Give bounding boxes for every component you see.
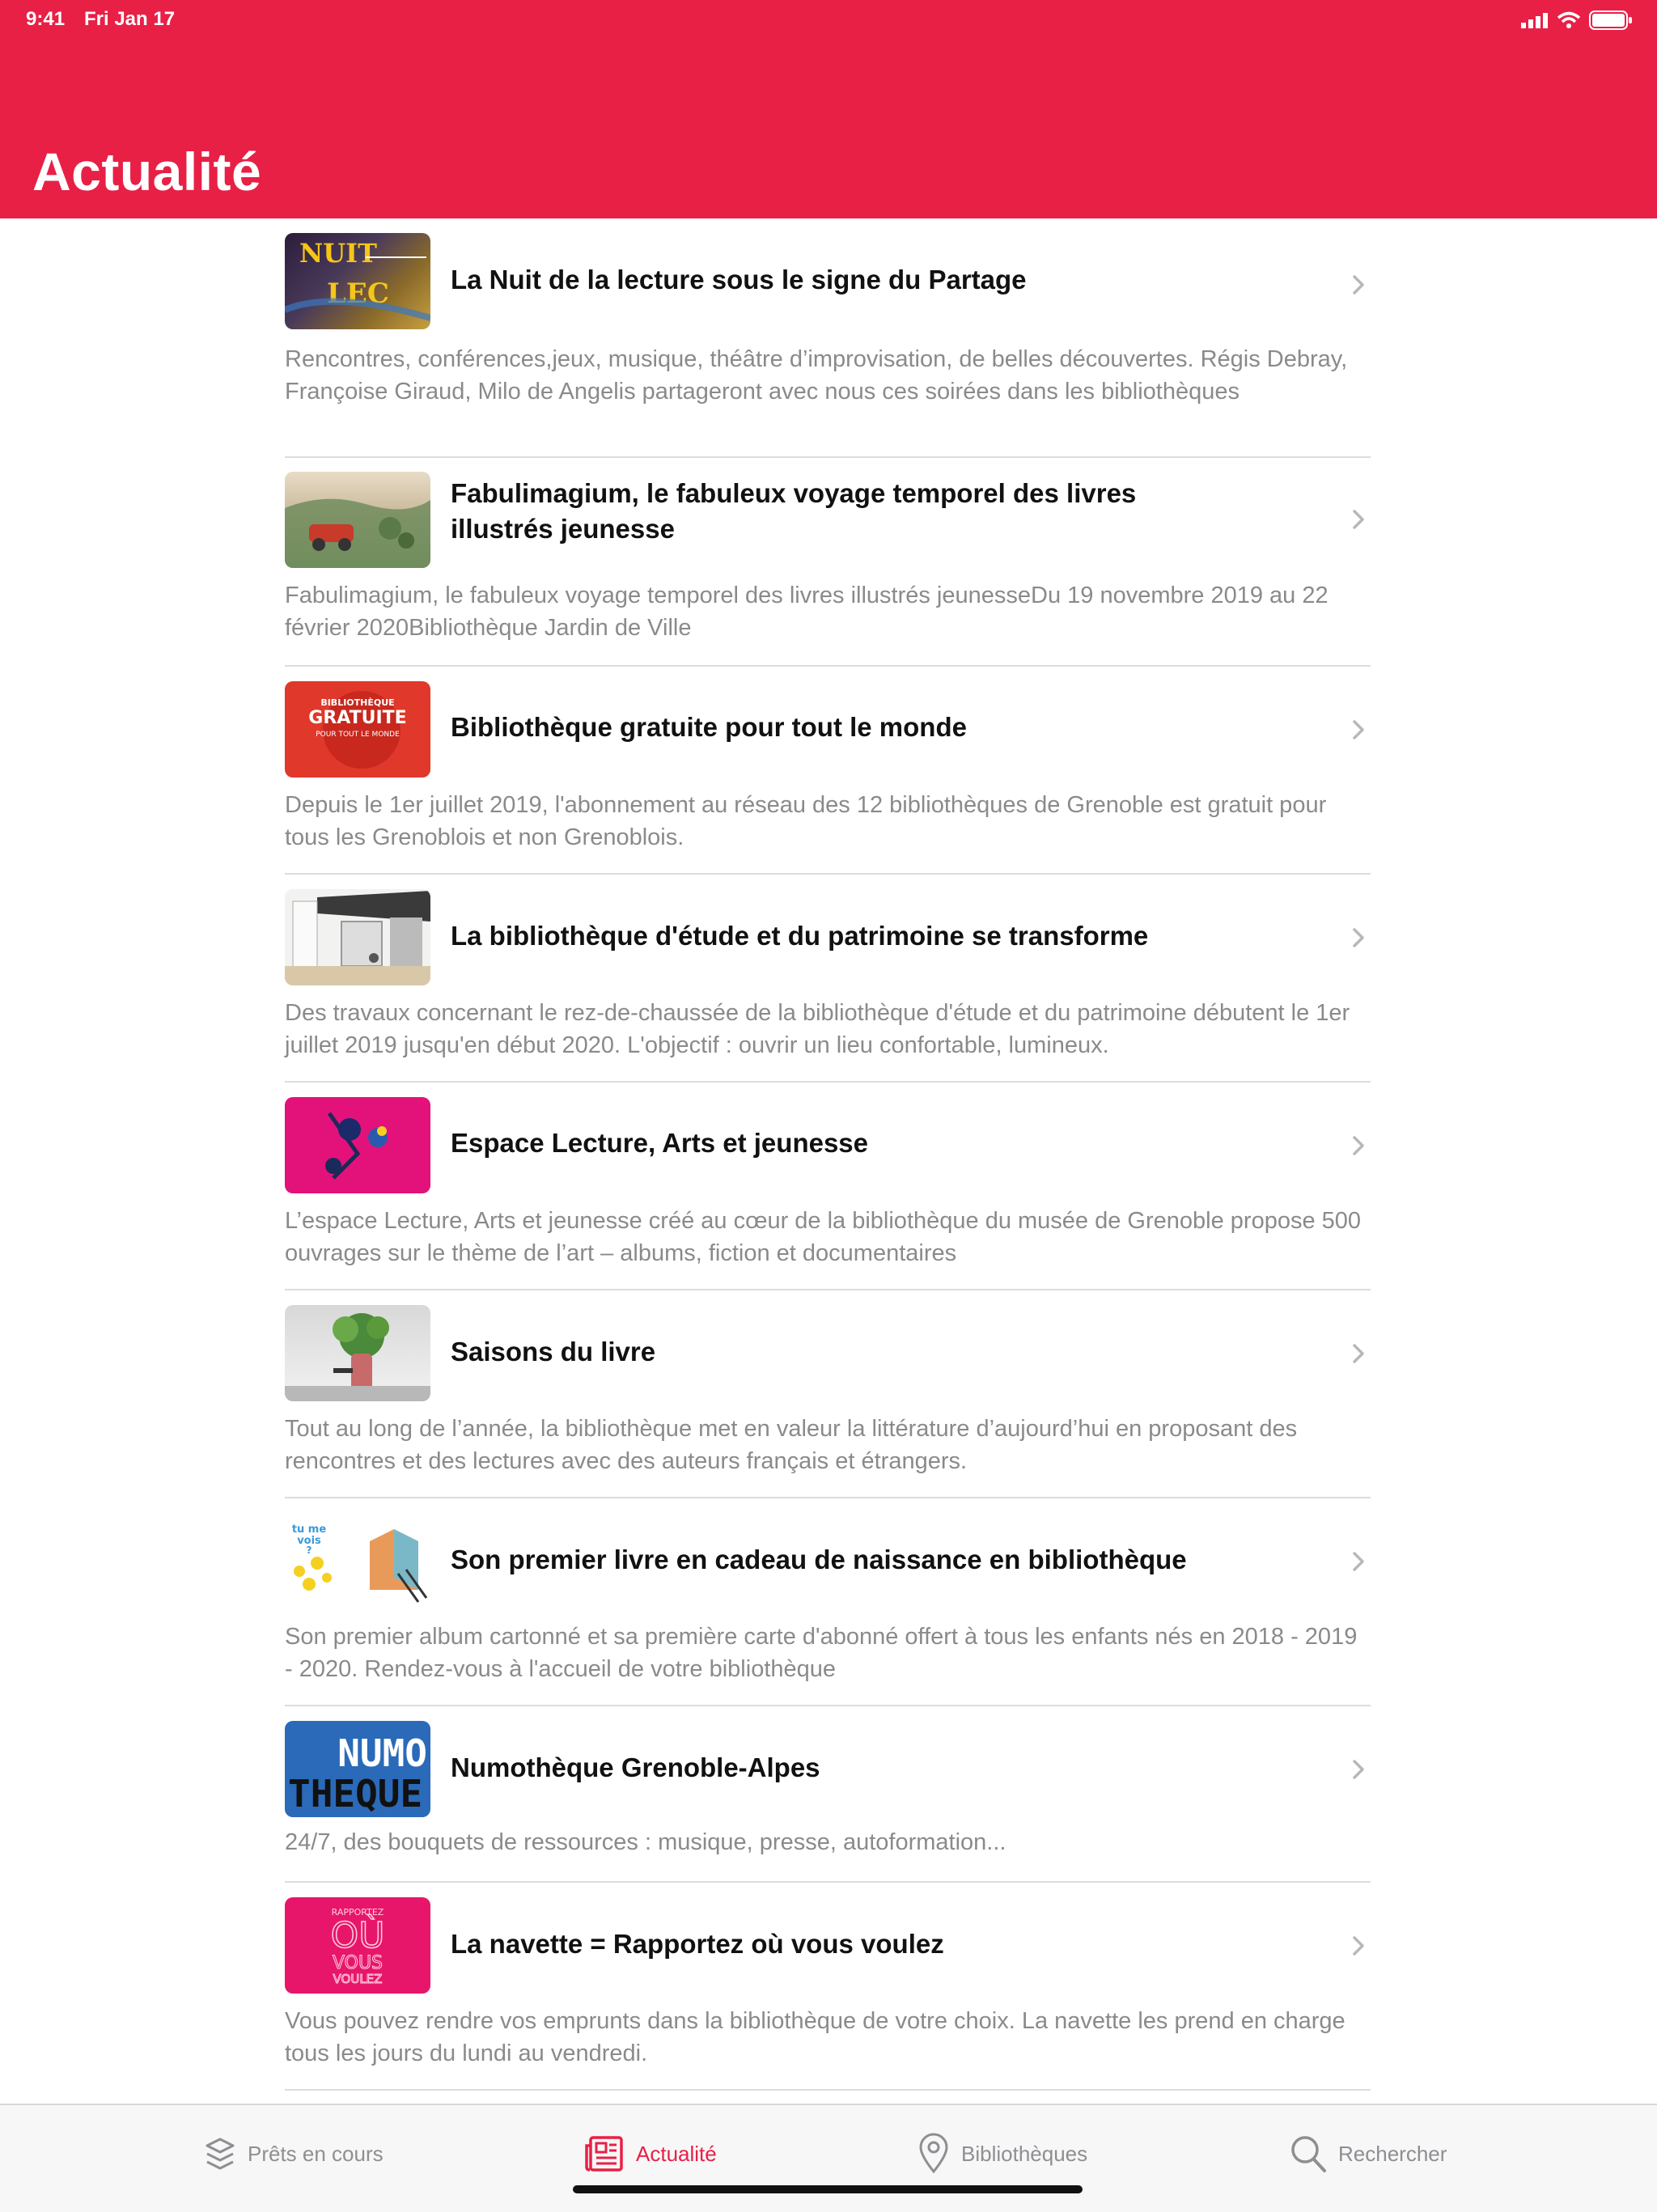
tab-prets-en-cours[interactable]: Prêts en cours [204,2129,384,2178]
news-item[interactable]: NUMO THEQUE Numothèque Grenoble-Alpes 24… [285,1706,1371,1883]
chevron-right-icon [1353,1760,1364,1779]
news-title: Fabulimagium, le fabuleux voyage tempore… [451,478,1137,544]
news-title: La navette = Rapportez où vous voulez [451,1929,944,1959]
news-thumbnail: RAPPORTEZ OÙ VOUS VOULEZ [285,1897,430,1994]
thumbnail-text: OÙ [331,1913,385,1956]
news-title: Bibliothèque gratuite pour tout le monde [451,712,967,742]
stack-icon [206,2138,235,2170]
news-description: Tout au long de l’année, la bibliothèque… [285,1416,1298,1474]
tab-rechercher[interactable]: Rechercher [1290,2129,1447,2178]
thumbnail-text: VOULEZ [333,1972,383,1986]
status-indicators [1521,8,1633,32]
news-title: Numothèque Grenoble-Alpes [451,1752,820,1782]
thumbnail-text: POUR TOUT LE MONDE [316,731,400,739]
thumbnail-text: NUMO [337,1731,427,1775]
news-thumbnail [285,1097,430,1193]
status-date: Fri Jan 17 [84,8,176,30]
news-thumbnail: NUIT LEC [285,233,430,329]
news-description: Rencontres, conférences,jeux, musique, t… [285,346,1348,405]
tab-label: Rechercher [1338,2141,1447,2166]
news-description: 24/7, des bouquets de ressources : musiq… [285,1829,1006,1855]
tab-bibliotheques[interactable]: Bibliothèques [917,2129,1087,2178]
news-thumbnail [285,1305,430,1401]
news-thumbnail: tu me vois ? [285,1513,430,1609]
status-time: 9:41 [26,8,66,30]
thumbnail-text: VOUS [333,1953,383,1973]
chevron-right-icon [1353,1936,1364,1956]
search-icon [1291,2136,1326,2172]
thumbnail-text: GRATUITE [308,708,406,728]
tab-actualite[interactable]: Actualité [584,2129,717,2178]
navigation-header: 9:41 Fri Jan 17 Actualité [0,0,1657,218]
news-item[interactable]: RAPPORTEZ OÙ VOUS VOULEZ La navette = Ra… [285,1883,1371,2091]
thumbnail-text: BIBLIOTHÈQUE [320,697,394,708]
news-thumbnail: BIBLIOTHÈQUE GRATUITE POUR TOUT LE MONDE [285,681,430,778]
news-item[interactable]: NUIT LEC La Nuit de la lecture sous le s… [285,218,1371,458]
home-indicator[interactable] [573,2185,1083,2193]
news-thumbnail [285,472,430,568]
news-description: L’espace Lecture, Arts et jeunesse créé … [285,1208,1362,1266]
chevron-right-icon [1353,510,1364,529]
tab-bar: Prêts en cours Actualité Bibliothèques R… [0,2104,1657,2212]
news-item[interactable]: tu me vois ? Son premier livre en cadeau… [285,1498,1371,1706]
news-title: Saisons du livre [451,1337,656,1367]
news-title: La bibliothèque d'étude et du patrimoine… [451,921,1149,951]
thumbnail-text: NUIT [299,238,377,269]
cellular-signal-icon [1521,13,1548,28]
news-description: Vous pouvez rendre vos emprunts dans la … [285,2008,1346,2066]
news-description: Son premier album cartonné et sa premièr… [285,1624,1358,1682]
news-thumbnail: NUMO THEQUE [285,1721,430,1817]
location-pin-icon [919,2133,948,2174]
news-thumbnail [285,889,430,985]
newspaper-icon [585,2136,623,2172]
chevron-right-icon [1353,1552,1364,1571]
battery-icon [1589,11,1632,30]
news-title: Espace Lecture, Arts et jeunesse [451,1128,869,1158]
chevron-right-icon [1353,720,1364,739]
thumbnail-text: THEQUE [288,1772,422,1816]
chevron-right-icon [1353,1136,1364,1155]
thumbnail-text: tu me [292,1523,327,1536]
news-title: La Nuit de la lecture sous le signe du P… [451,265,1027,295]
chevron-right-icon [1353,928,1364,947]
tab-label: Actualité [636,2141,717,2166]
chevron-right-icon [1353,1344,1364,1363]
chevron-right-icon [1353,275,1364,295]
tab-label: Prêts en cours [248,2141,384,2166]
news-description: Fabulimagium, le fabuleux voyage tempore… [285,583,1329,641]
tab-label: Bibliothèques [961,2141,1088,2166]
news-item[interactable]: La bibliothèque d'étude et du patrimoine… [285,875,1371,1083]
wifi-icon [1557,11,1581,28]
news-item[interactable]: BIBLIOTHÈQUE GRATUITE POUR TOUT LE MONDE… [285,667,1371,875]
news-item[interactable]: Fabulimagium, le fabuleux voyage tempore… [285,458,1371,667]
page-title: Actualité [32,142,262,201]
news-item[interactable]: Saisons du livre Tout au long de l’année… [285,1290,1371,1498]
thumbnail-text: ? [307,1545,312,1556]
news-description: Depuis le 1er juillet 2019, l'abonnement… [285,792,1327,850]
news-description: Des travaux concernant le rez-de-chaussé… [285,1000,1350,1058]
news-item[interactable]: Espace Lecture, Arts et jeunesse L’espac… [285,1083,1371,1290]
news-title: Son premier livre en cadeau de naissance… [451,1545,1187,1574]
